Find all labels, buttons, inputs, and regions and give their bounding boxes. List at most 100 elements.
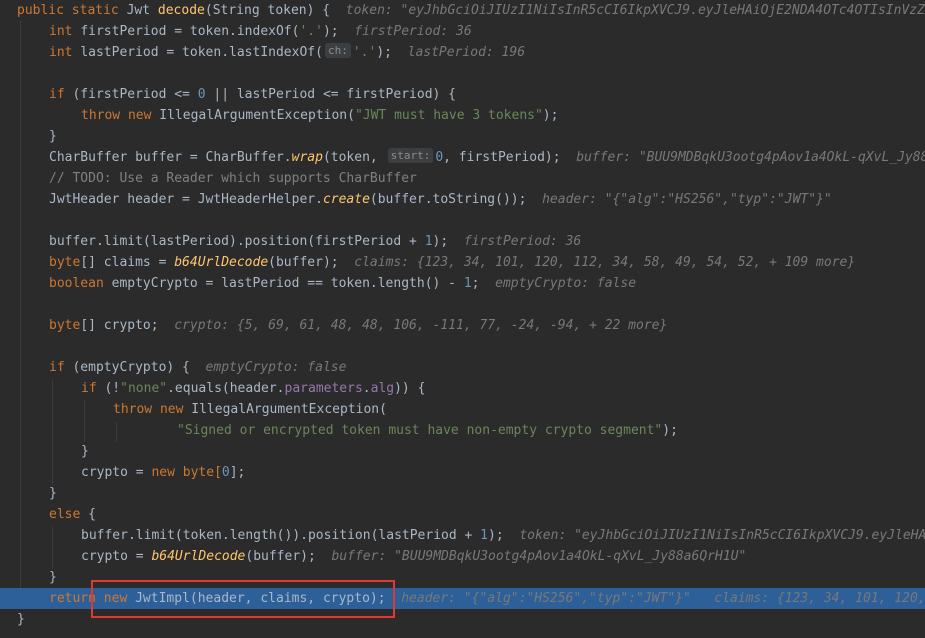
- code-text: buffer.limit(token.length()).position(la…: [81, 528, 481, 543]
- code-text: .equals(header.: [167, 381, 285, 396]
- keyword: throw: [113, 402, 153, 417]
- code-line[interactable]: buffer.limit(lastPeriod).position(firstP…: [0, 231, 925, 252]
- inline-debug-value[interactable]: claims: {123, 34, 101, 120, 112, 34, 58,…: [354, 255, 855, 270]
- number-literal: 0: [221, 465, 230, 480]
- parameter-hint: start:: [387, 148, 434, 163]
- keyword: int: [49, 45, 73, 60]
- keyword: if: [49, 360, 65, 375]
- annotation-highlight-box: [91, 580, 395, 618]
- code-line[interactable]: buffer.limit(token.length()).position(la…: [0, 525, 925, 546]
- type-name: Jwt: [126, 3, 151, 18]
- inline-debug-value[interactable]: crypto: {5, 69, 61, 48, 48, 106, -111, 7…: [174, 318, 667, 333]
- code-text: );: [542, 108, 559, 123]
- code-text: );: [432, 234, 449, 249]
- number-literal: 0: [197, 87, 206, 102]
- inline-debug-value[interactable]: buffer: "BUU9MDBqkU3ootg4pAov1a4OkL-qXvL…: [576, 150, 925, 165]
- number-literal: 1: [424, 234, 433, 249]
- keyword: public: [17, 3, 64, 18]
- code-text: );: [376, 45, 392, 60]
- code-text: ];: [229, 465, 246, 480]
- code-text: || lastPeriod <= firstPeriod) {: [205, 87, 456, 102]
- code-text: }: [81, 444, 89, 459]
- code-line[interactable]: }: [0, 483, 925, 504]
- code-line[interactable]: throw new IllegalArgumentException(: [0, 399, 925, 420]
- inline-debug-value[interactable]: buffer: "BUU9MDBqkU3ootg4pAov1a4OkL-qXvL…: [331, 549, 746, 564]
- code-text: )) {: [394, 381, 426, 396]
- code-text: emptyCrypto = lastPeriod == token.length…: [103, 276, 464, 291]
- inline-debug-value[interactable]: firstPeriod: 36: [464, 234, 581, 249]
- keyword: else: [49, 507, 81, 522]
- code-line[interactable]: JwtHeader header = JwtHeaderHelper.creat…: [0, 189, 925, 210]
- keyword: byte: [49, 255, 81, 270]
- string-literal: "none": [120, 381, 168, 396]
- code-text: }: [49, 486, 57, 501]
- inline-debug-value[interactable]: header: "{"alg":"HS256","typ":"JWT"}": [542, 192, 832, 207]
- code-editor[interactable]: public static Jwt decode(String token) {…: [0, 0, 925, 638]
- code-line[interactable]: else {: [0, 504, 925, 525]
- number-literal: 1: [480, 528, 488, 543]
- code-line[interactable]: public static Jwt decode(String token) {…: [0, 0, 925, 21]
- code-text: );: [662, 423, 678, 438]
- string-literal: "Signed or encrypted token must have non…: [177, 423, 663, 438]
- keyword: if: [81, 381, 97, 396]
- inline-debug-value[interactable]: lastPeriod: 196: [408, 45, 525, 60]
- number-literal: 1: [463, 276, 472, 291]
- code-line[interactable]: byte[] crypto; crypto: {5, 69, 61, 48, 4…: [0, 315, 925, 336]
- code-line[interactable]: "Signed or encrypted token must have non…: [0, 420, 925, 441]
- code-line[interactable]: throw new IllegalArgumentException("JWT …: [0, 105, 925, 126]
- inline-debug-value[interactable]: emptyCrypto: false: [495, 276, 636, 291]
- inline-debug-value[interactable]: token: "eyJhbGciOiJIUzI1NiIsInR5cCI6IkpX…: [519, 528, 925, 543]
- code-text: lastPeriod = token.lastIndexOf(: [80, 45, 323, 60]
- code-line[interactable]: crypto = new byte[0];: [0, 462, 925, 483]
- code-line[interactable]: if (emptyCrypto) { emptyCrypto: false: [0, 357, 925, 378]
- code-text: );: [322, 24, 339, 39]
- keyword: new: [151, 465, 175, 480]
- method-name: b64UrlDecode: [174, 255, 269, 270]
- inline-debug-value[interactable]: token: "eyJhbGciOiJIUzI1NiIsInR5cCI6IkpX…: [346, 3, 925, 18]
- method-name: wrap: [291, 150, 323, 165]
- code-line[interactable]: }: [0, 126, 925, 147]
- code-line[interactable]: if (!"none".equals(header.parameters.alg…: [0, 378, 925, 399]
- inline-debug-value[interactable]: emptyCrypto: false: [206, 360, 347, 375]
- code-text: [] crypto;: [80, 318, 159, 333]
- keyword: new: [127, 108, 152, 123]
- code-text: (buffer);: [268, 255, 339, 270]
- code-text: buffer.limit(lastPeriod).position(firstP…: [49, 234, 425, 249]
- string-literal: '.': [352, 45, 377, 60]
- code-text: }: [17, 612, 25, 627]
- method-name: decode: [157, 3, 205, 18]
- keyword: throw: [81, 108, 121, 123]
- code-text: crypto =: [81, 549, 152, 564]
- inline-debug-value[interactable]: firstPeriod: 36: [354, 24, 471, 39]
- code-text: [] claims =: [80, 255, 175, 270]
- code-text: }: [49, 570, 57, 585]
- keyword: new: [159, 402, 184, 417]
- code-text: crypto =: [81, 465, 152, 480]
- parameter-hint: ch:: [324, 43, 351, 58]
- code-line[interactable]: // TODO: Use a Reader which supports Cha…: [0, 168, 925, 189]
- code-text: (firstPeriod <=: [72, 87, 198, 102]
- inline-debug-value[interactable]: header: "{"alg":"HS256","typ":"JWT"}" cl…: [401, 591, 925, 606]
- code-line[interactable]: byte[] claims = b64UrlDecode(buffer); cl…: [0, 252, 925, 273]
- code-line[interactable]: }: [0, 441, 925, 462]
- code-line[interactable]: if (firstPeriod <= 0 || lastPeriod <= fi…: [0, 84, 925, 105]
- field-name: parameters: [284, 381, 363, 396]
- string-literal: "JWT must have 3 tokens": [354, 108, 543, 123]
- keyword: int: [49, 24, 73, 39]
- keyword: boolean: [49, 276, 104, 291]
- code-line[interactable]: boolean emptyCrypto = lastPeriod == toke…: [0, 273, 925, 294]
- keyword: static: [71, 3, 119, 18]
- code-text: JwtHeader header = JwtHeaderHelper.: [49, 192, 323, 207]
- code-text: (buffer.toString());: [369, 192, 527, 207]
- code-line[interactable]: CharBuffer buffer = CharBuffer.wrap(toke…: [0, 147, 925, 168]
- code-text: IllegalArgumentException(: [159, 108, 355, 123]
- code-line[interactable]: int firstPeriod = token.indexOf('.'); fi…: [0, 21, 925, 42]
- code-text: IllegalArgumentException(: [191, 402, 387, 417]
- code-text: ;: [471, 276, 480, 291]
- code-text: );: [488, 528, 504, 543]
- string-literal: '.': [299, 24, 323, 39]
- field-name: alg: [370, 381, 395, 396]
- code-line[interactable]: int lastPeriod = token.lastIndexOf(ch: '.…: [0, 42, 925, 63]
- code-comment: // TODO: Use a Reader which supports Cha…: [49, 171, 417, 186]
- code-line[interactable]: crypto = b64UrlDecode(buffer); buffer: "…: [0, 546, 925, 567]
